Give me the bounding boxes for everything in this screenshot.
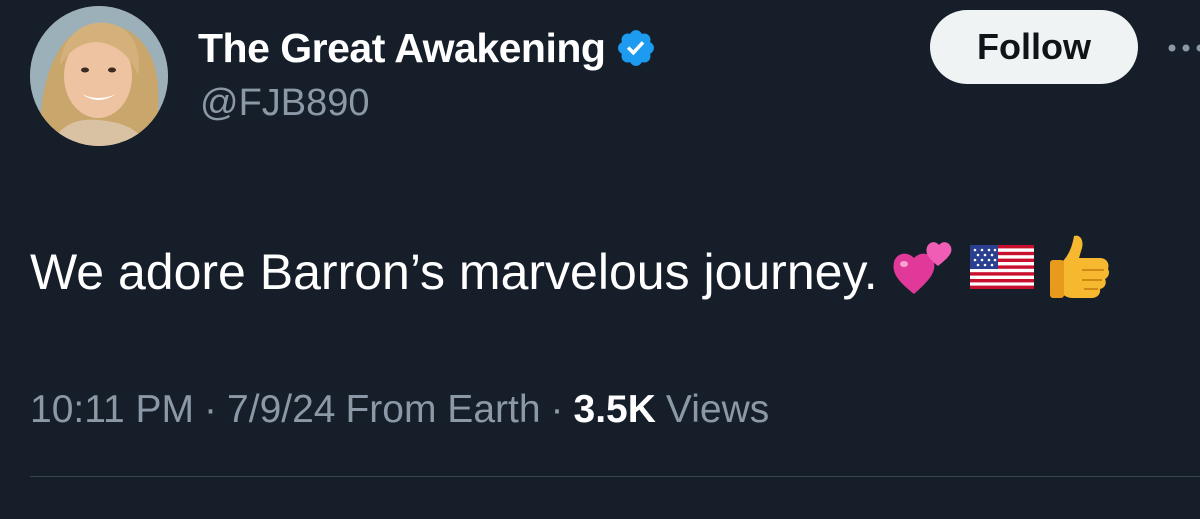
follow-button[interactable]: Follow — [930, 10, 1138, 84]
tweet-body: We adore Barron’s marvelous journey. — [30, 232, 1112, 312]
tweet-meta: 10:11 PM · 7/9/24 From Earth · 3.5K View… — [30, 388, 769, 432]
divider — [30, 476, 1200, 477]
author-handle[interactable]: @FJB890 — [200, 82, 370, 125]
avatar[interactable] — [30, 6, 168, 146]
author-name-row: The Great Awakening — [198, 22, 657, 74]
profile-photo-icon — [30, 6, 168, 146]
more-dots-icon[interactable] — [1166, 40, 1200, 56]
us-flag-icon — [969, 243, 1034, 301]
views-label: Views — [665, 388, 770, 431]
views-count: 3.5K — [573, 388, 656, 431]
tweet-time[interactable]: 10:11 PM — [30, 388, 194, 432]
tweet-source: From Earth — [345, 388, 541, 431]
meta-separator: · — [204, 388, 218, 431]
tweet-text: We adore Barron’s marvelous journey. — [30, 244, 878, 300]
tweet-date[interactable]: 7/9/24 — [227, 388, 335, 432]
thumbs-up-icon — [1048, 232, 1112, 312]
verified-badge-icon[interactable] — [615, 27, 657, 69]
tweet-card: The Great Awakening @FJB890 Follow We ad… — [0, 0, 1200, 519]
display-name[interactable]: The Great Awakening — [198, 25, 606, 72]
two-hearts-icon — [892, 236, 956, 308]
meta-separator-2: · — [550, 388, 564, 431]
